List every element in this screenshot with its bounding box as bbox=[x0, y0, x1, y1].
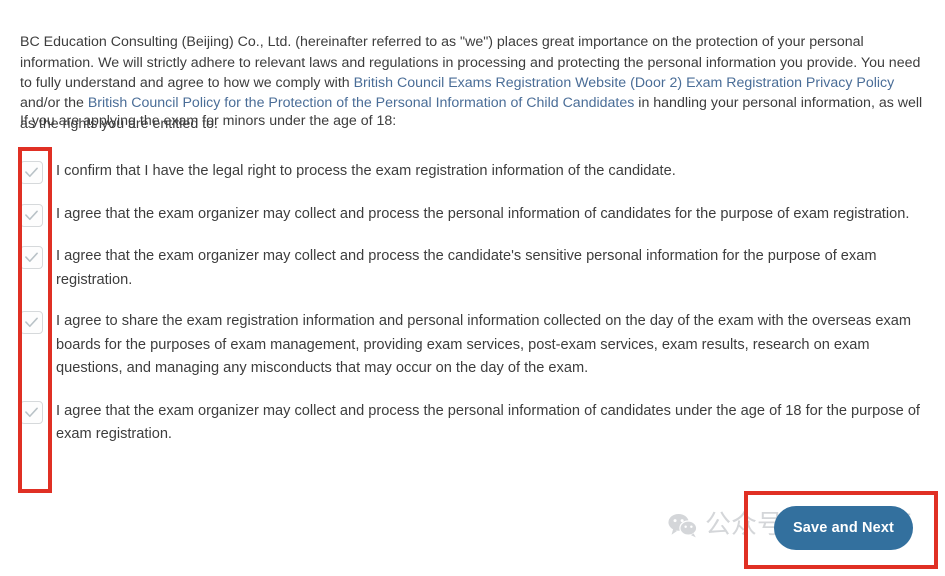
consent-item-label: I confirm that I have the legal right to… bbox=[56, 163, 676, 179]
wechat-icon bbox=[668, 513, 698, 538]
checkmark-icon bbox=[25, 167, 38, 178]
checkbox-under-18-personal-information[interactable] bbox=[20, 400, 43, 424]
consent-checkbox-list: I confirm that I have the legal right to… bbox=[20, 160, 925, 447]
link-child-candidates-policy[interactable]: British Council Policy for the Protectio… bbox=[88, 95, 635, 111]
checkmark-icon bbox=[25, 407, 38, 417]
consent-item-label: I agree that the exam organizer may coll… bbox=[56, 402, 920, 443]
consent-item[interactable]: I agree that the exam organizer may coll… bbox=[20, 203, 925, 227]
checkmark-icon bbox=[25, 317, 38, 328]
checkmark-icon bbox=[25, 210, 38, 221]
intro-text-part2: and/or the bbox=[20, 95, 88, 112]
checkbox-share-with-overseas-boards[interactable] bbox=[20, 311, 43, 334]
link-exam-registration-privacy-policy[interactable]: British Council Exams Registration Websi… bbox=[354, 75, 895, 91]
consent-item[interactable]: I confirm that I have the legal right to… bbox=[20, 160, 925, 184]
checkbox-sensitive-personal-information[interactable] bbox=[20, 246, 43, 269]
consent-item[interactable]: I agree that the exam organizer may coll… bbox=[20, 245, 925, 292]
consent-item-label: I agree that the exam organizer may coll… bbox=[56, 248, 877, 288]
checkbox-confirm-legal-right[interactable] bbox=[20, 161, 43, 184]
consent-item-label: I agree to share the exam registration i… bbox=[56, 313, 912, 376]
consent-item[interactable]: I agree to share the exam registration i… bbox=[20, 310, 925, 381]
minors-notice: If you are applying the exam for minors … bbox=[20, 113, 397, 129]
checkmark-icon bbox=[25, 252, 38, 263]
save-and-next-button[interactable]: Save and Next bbox=[774, 506, 913, 550]
consent-item[interactable]: I agree that the exam organizer may coll… bbox=[20, 400, 925, 447]
consent-item-label: I agree that the exam organizer may coll… bbox=[56, 206, 910, 222]
consent-page: BC Education Consulting (Beijing) Co., L… bbox=[0, 0, 945, 576]
checkbox-collect-personal-information[interactable] bbox=[20, 204, 43, 227]
